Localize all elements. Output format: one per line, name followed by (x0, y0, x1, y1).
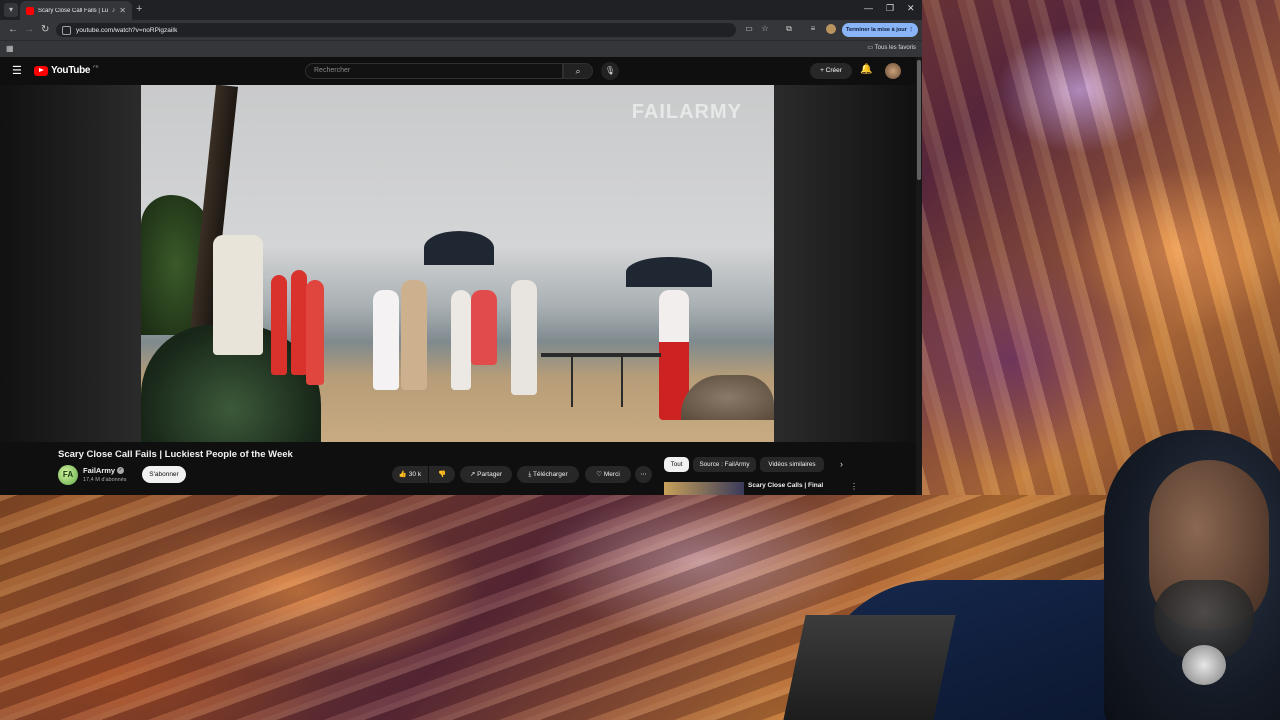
update-button-label: Terminer la mise à jour (846, 27, 907, 33)
cast-icon[interactable]: ▭ (744, 24, 754, 34)
video-bride (373, 290, 399, 390)
youtube-header: ☰ YouTube FR Rechercher ⌕ 🎙 + Créer 🔔 (0, 57, 922, 85)
extensions-icon[interactable]: ⧉ (784, 24, 794, 34)
browser-window: ▾ Scary Close Call Fails | Lucki ♪ ✕ + —… (0, 0, 922, 495)
hamburger-icon[interactable]: ☰ (12, 65, 22, 77)
video-umbrella (626, 257, 712, 287)
youtube-logo-text: YouTube (51, 65, 91, 76)
webcam-microphone (1182, 645, 1226, 685)
new-tab-button[interactable]: + (136, 3, 142, 15)
channel-avatar[interactable]: FA (58, 465, 78, 485)
share-icon: ↗ (469, 471, 476, 478)
youtube-logo[interactable]: YouTube FR (34, 64, 99, 76)
watermark-text: FAILARMY (631, 101, 742, 123)
video-woman-red-dress (471, 290, 497, 365)
video-title: Scary Close Call Fails | Luckiest People… (58, 449, 293, 460)
dislike-icon: 👎 (437, 471, 447, 478)
download-icon: ⤓ (528, 471, 532, 478)
video-player[interactable]: FAILARMY (141, 85, 774, 442)
bell-icon[interactable]: 🔔 (860, 64, 872, 75)
share-label: Partager (477, 471, 503, 478)
profile-avatar-icon[interactable] (826, 24, 836, 34)
dislike-button[interactable]: 👎 (429, 466, 455, 483)
video-table-leg (571, 355, 573, 407)
media-control-icon[interactable]: ≡ (808, 24, 818, 34)
video-bridesmaid (271, 275, 287, 375)
share-button[interactable]: ↗ Partager (460, 466, 512, 483)
like-count: 30 k (408, 471, 422, 478)
close-tab-icon[interactable]: ✕ (119, 6, 126, 15)
forward-icon[interactable]: → (24, 24, 34, 36)
video-photographer (213, 235, 263, 355)
page-scrollbar-thumb[interactable] (917, 60, 921, 180)
subscribe-button[interactable]: S'abonner (142, 466, 186, 483)
chip-source[interactable]: Source : FailArmy (693, 457, 756, 472)
video-groom (401, 280, 427, 390)
like-icon: 👍 (398, 471, 407, 478)
speaker-icon[interactable]: ♪ (112, 7, 116, 14)
chip-related[interactable]: Vidéos similaires (760, 457, 824, 472)
thanks-button[interactable]: ♡ Merci (585, 466, 631, 483)
create-button[interactable]: + Créer (810, 63, 852, 79)
channel-name[interactable]: FailArmy (83, 466, 115, 475)
verified-icon: ✓ (117, 467, 124, 474)
create-label: Créer (825, 67, 842, 74)
search-input[interactable]: Rechercher (305, 63, 563, 79)
tab-search-button[interactable]: ▾ (4, 3, 18, 17)
address-bar[interactable]: youtube.com/watch?v=noRPigzaiIk (56, 23, 736, 37)
video-umbrella (424, 231, 494, 265)
browser-toolbar: ← → ↻ youtube.com/watch?v=noRPigzaiIk ▭ … (0, 20, 922, 40)
video-bridesmaid (291, 270, 307, 375)
bookmarks-bar: ▦ ▭ Tous les favoris (0, 40, 922, 57)
more-icon: ⋯ (640, 471, 647, 478)
download-label: Télécharger (532, 471, 568, 478)
maximize-icon[interactable]: ❐ (886, 3, 894, 14)
recommendation-more-icon[interactable]: ⋮ (850, 482, 858, 491)
back-icon[interactable]: ← (8, 24, 18, 36)
like-button[interactable]: 👍 30 k (392, 466, 428, 483)
webcam-shirt (782, 615, 956, 720)
video-rocks (681, 375, 774, 420)
search-icon[interactable]: ⌕ (563, 63, 593, 79)
recommendation-thumbnail[interactable] (664, 482, 744, 495)
video-guest (451, 290, 471, 390)
more-actions-button[interactable]: ⋯ (635, 466, 652, 483)
thanks-label: Merci (603, 471, 620, 478)
recommendation-title[interactable]: Scary Close Calls | Final (748, 482, 823, 489)
update-browser-button[interactable]: Terminer la mise à jour ⋮ (842, 23, 918, 37)
avatar[interactable] (885, 63, 901, 79)
tab-title: Scary Close Call Fails | Lucki (38, 7, 108, 14)
reload-icon[interactable]: ↻ (41, 24, 49, 36)
apps-grid-icon[interactable]: ▦ (6, 44, 14, 53)
video-table (541, 353, 661, 357)
browser-tab[interactable]: Scary Close Call Fails | Lucki ♪ ✕ (20, 1, 132, 20)
bookmarks-folder-label: Tous les favoris (874, 45, 916, 51)
thanks-icon: ♡ (596, 471, 603, 478)
video-table-leg (621, 355, 623, 407)
mic-icon[interactable]: 🎙 (601, 62, 619, 80)
chevron-right-icon[interactable]: › (840, 459, 843, 469)
youtube-logo-icon (34, 65, 48, 76)
youtube-logo-country: FR (93, 64, 99, 69)
bookmark-star-icon[interactable]: ☆ (760, 24, 770, 34)
download-button[interactable]: ⤓ Télécharger (517, 466, 579, 483)
all-bookmarks-folder[interactable]: ▭ Tous les favoris (867, 44, 916, 51)
tab-bar: ▾ Scary Close Call Fails | Lucki ♪ ✕ + —… (0, 0, 922, 20)
close-window-icon[interactable]: ✕ (907, 3, 915, 14)
chip-all[interactable]: Tout (664, 457, 689, 472)
subscriber-count: 17,4 M d'abonnés (83, 477, 127, 483)
youtube-favicon-icon (26, 6, 34, 15)
site-info-icon[interactable] (62, 25, 71, 35)
background-ridges-right (922, 0, 1280, 495)
video-officiant (511, 280, 537, 395)
video-bridesmaid (306, 280, 324, 385)
url-text: youtube.com/watch?v=noRPigzaiIk (76, 26, 178, 34)
minimize-icon[interactable]: — (864, 3, 873, 13)
